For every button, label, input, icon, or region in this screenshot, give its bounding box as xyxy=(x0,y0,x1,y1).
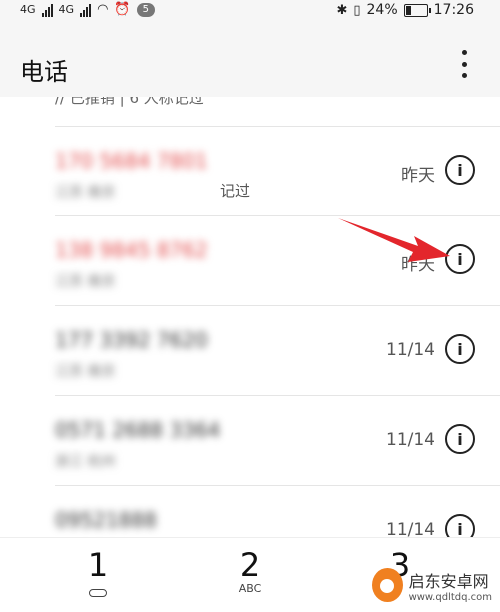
watermark: 启东安卓网 www.qdltdq.com xyxy=(372,565,492,605)
dial-digit: 1 xyxy=(87,546,109,584)
partial-row-text: // 已推销 | 6 人标记过 xyxy=(55,97,204,107)
call-number: 138 9845 8762 xyxy=(55,238,208,262)
watermark-text: 启东安卓网 xyxy=(408,571,489,591)
app-bar: 电话 xyxy=(0,22,500,97)
clock: 17:26 xyxy=(433,2,474,18)
page-title: 电话 xyxy=(20,58,68,86)
call-number: 170 5684 7801 xyxy=(55,149,208,173)
info-icon[interactable]: i xyxy=(445,514,475,537)
signal-icon xyxy=(41,3,53,17)
sim2-label: 4G xyxy=(58,3,75,16)
notification-badge: 5 xyxy=(136,2,155,17)
call-date: 昨天 xyxy=(401,255,435,275)
call-date: 昨天 xyxy=(401,166,435,186)
call-number: 0571 2688 3364 xyxy=(55,418,221,442)
info-icon[interactable]: i xyxy=(445,334,475,364)
call-row[interactable]: 170 5684 7801 江苏 南京 记过 昨天 i xyxy=(55,126,500,216)
call-row[interactable]: 177 3392 7620 江苏 南京 11/14 i xyxy=(55,305,500,395)
call-number: 09521888 xyxy=(55,508,157,532)
sim1-label: 4G xyxy=(20,3,36,16)
call-date: 11/14 xyxy=(386,430,435,450)
more-options-icon[interactable] xyxy=(460,50,468,78)
info-icon[interactable]: i xyxy=(445,424,475,454)
alarm-icon: ⏰ xyxy=(114,2,131,17)
call-row[interactable]: 0571 2688 3364 浙江 杭州 11/14 i xyxy=(55,395,500,485)
battery-percent: 24% xyxy=(366,2,398,18)
dial-letters: ABC xyxy=(238,582,262,595)
dial-key-2[interactable]: 2 ABC xyxy=(228,548,272,595)
info-icon[interactable]: i xyxy=(445,244,475,274)
call-location: 浙江 杭州 xyxy=(55,454,116,470)
call-date: 11/14 xyxy=(386,340,435,360)
call-row[interactable]: 09521888 11/14 i xyxy=(55,485,500,537)
call-tag: 记过 xyxy=(220,182,251,200)
battery-icon xyxy=(403,3,431,17)
info-icon[interactable]: i xyxy=(445,155,475,185)
dial-key-1[interactable]: 1 xyxy=(78,548,118,601)
call-row[interactable]: 138 9845 8762 江苏 南京 昨天 i xyxy=(55,215,500,305)
bluetooth-icon: ✱ xyxy=(336,2,348,18)
watermark-logo xyxy=(372,568,403,602)
call-location: 江苏 南京 xyxy=(55,274,116,290)
call-number: 177 3392 7620 xyxy=(55,328,208,352)
wifi-icon: ◠ xyxy=(97,2,109,17)
voicemail-icon xyxy=(89,589,107,597)
call-location: 江苏 南京 xyxy=(55,185,116,201)
call-location: 江苏 南京 xyxy=(55,364,116,380)
call-date: 11/14 xyxy=(386,520,435,537)
android-icon xyxy=(380,579,395,593)
watermark-url: www.qdltdq.com xyxy=(408,591,492,603)
status-bar: 4G 4G ◠ ⏰ 5 ✱ ▯ 24% 17:26 xyxy=(0,0,500,22)
dial-digit: 2 xyxy=(239,546,261,584)
vibrate-icon: ▯ xyxy=(353,2,361,18)
call-log-list: // 已推销 | 6 人标记过 170 5684 7801 江苏 南京 记过 昨… xyxy=(0,97,500,537)
signal-icon-2 xyxy=(80,3,92,17)
